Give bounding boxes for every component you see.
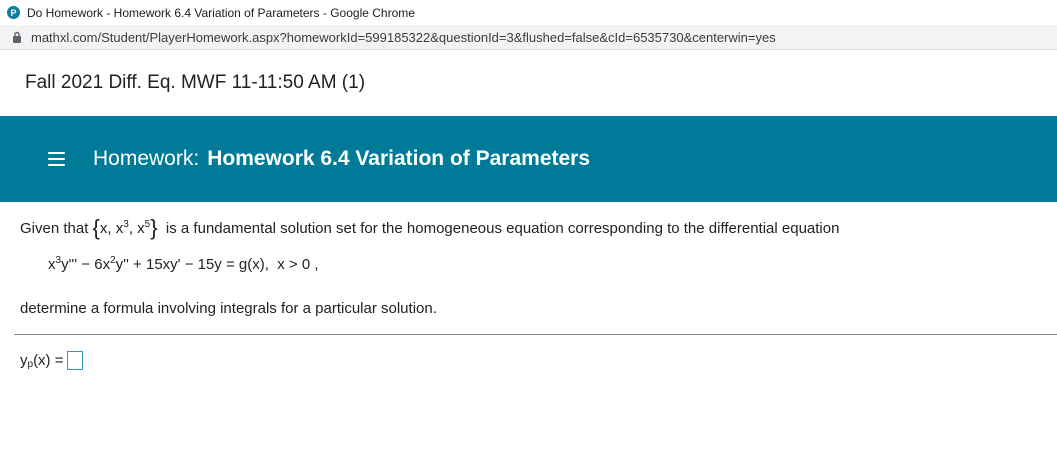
question-instruction: determine a formula involving integrals … bbox=[20, 300, 437, 317]
eq-term-a: x bbox=[48, 256, 56, 273]
answer-label-y: y bbox=[20, 352, 28, 369]
lock-icon[interactable] bbox=[12, 31, 22, 43]
set-exponent-1: 3 bbox=[123, 219, 129, 230]
hamburger-menu-icon[interactable] bbox=[48, 152, 65, 166]
window-title: Do Homework - Homework 6.4 Variation of … bbox=[27, 5, 415, 20]
set-separator: , x bbox=[128, 220, 145, 237]
answer-row: y p (x) = bbox=[20, 351, 84, 370]
set-close-brace: } bbox=[150, 215, 158, 240]
url-text[interactable]: mathxl.com/Student/PlayerHomework.aspx?h… bbox=[31, 30, 776, 45]
banner-prefix: Homework: bbox=[93, 147, 200, 170]
homework-banner: Homework: Homework 6.4 Variation of Para… bbox=[0, 116, 1057, 202]
divider bbox=[14, 334, 1057, 335]
course-title: Fall 2021 Diff. Eq. MWF 11-11:50 AM (1) bbox=[25, 72, 366, 93]
answer-label-subscript: p bbox=[27, 359, 34, 370]
question-intro: Given that bbox=[20, 220, 89, 237]
pearson-logo-icon: P bbox=[7, 6, 20, 19]
answer-input-box[interactable] bbox=[67, 351, 84, 370]
set-term-1: x, x bbox=[99, 220, 124, 237]
differential-equation: x3y''' − 6x2y'' + 15xy' − 15y = g(x), x … bbox=[48, 255, 319, 273]
answer-label-rest: (x) = bbox=[33, 352, 64, 369]
eq-term-b: y''' − 6x bbox=[61, 256, 111, 273]
address-bar[interactable]: mathxl.com/Student/PlayerHomework.aspx?h… bbox=[0, 25, 1057, 50]
browser-titlebar: P Do Homework - Homework 6.4 Variation o… bbox=[0, 0, 1057, 25]
set-open-brace: { bbox=[92, 215, 100, 240]
eq-exponent-a: 3 bbox=[55, 255, 62, 266]
question-intro-rest: is a fundamental solution set for the ho… bbox=[165, 220, 840, 237]
question-text: Given that {x, x3, x 5} is a fundamental … bbox=[20, 214, 1040, 246]
eq-exponent-b: 2 bbox=[110, 255, 116, 266]
homework-title: Homework 6.4 Variation of Parameters bbox=[207, 147, 591, 170]
question-intro-line: Given that {x, x3, x 5} is a fundamental … bbox=[20, 214, 1040, 246]
eq-term-c: y'' + 15xy' − 15y = g(x), x > 0 , bbox=[115, 256, 319, 273]
